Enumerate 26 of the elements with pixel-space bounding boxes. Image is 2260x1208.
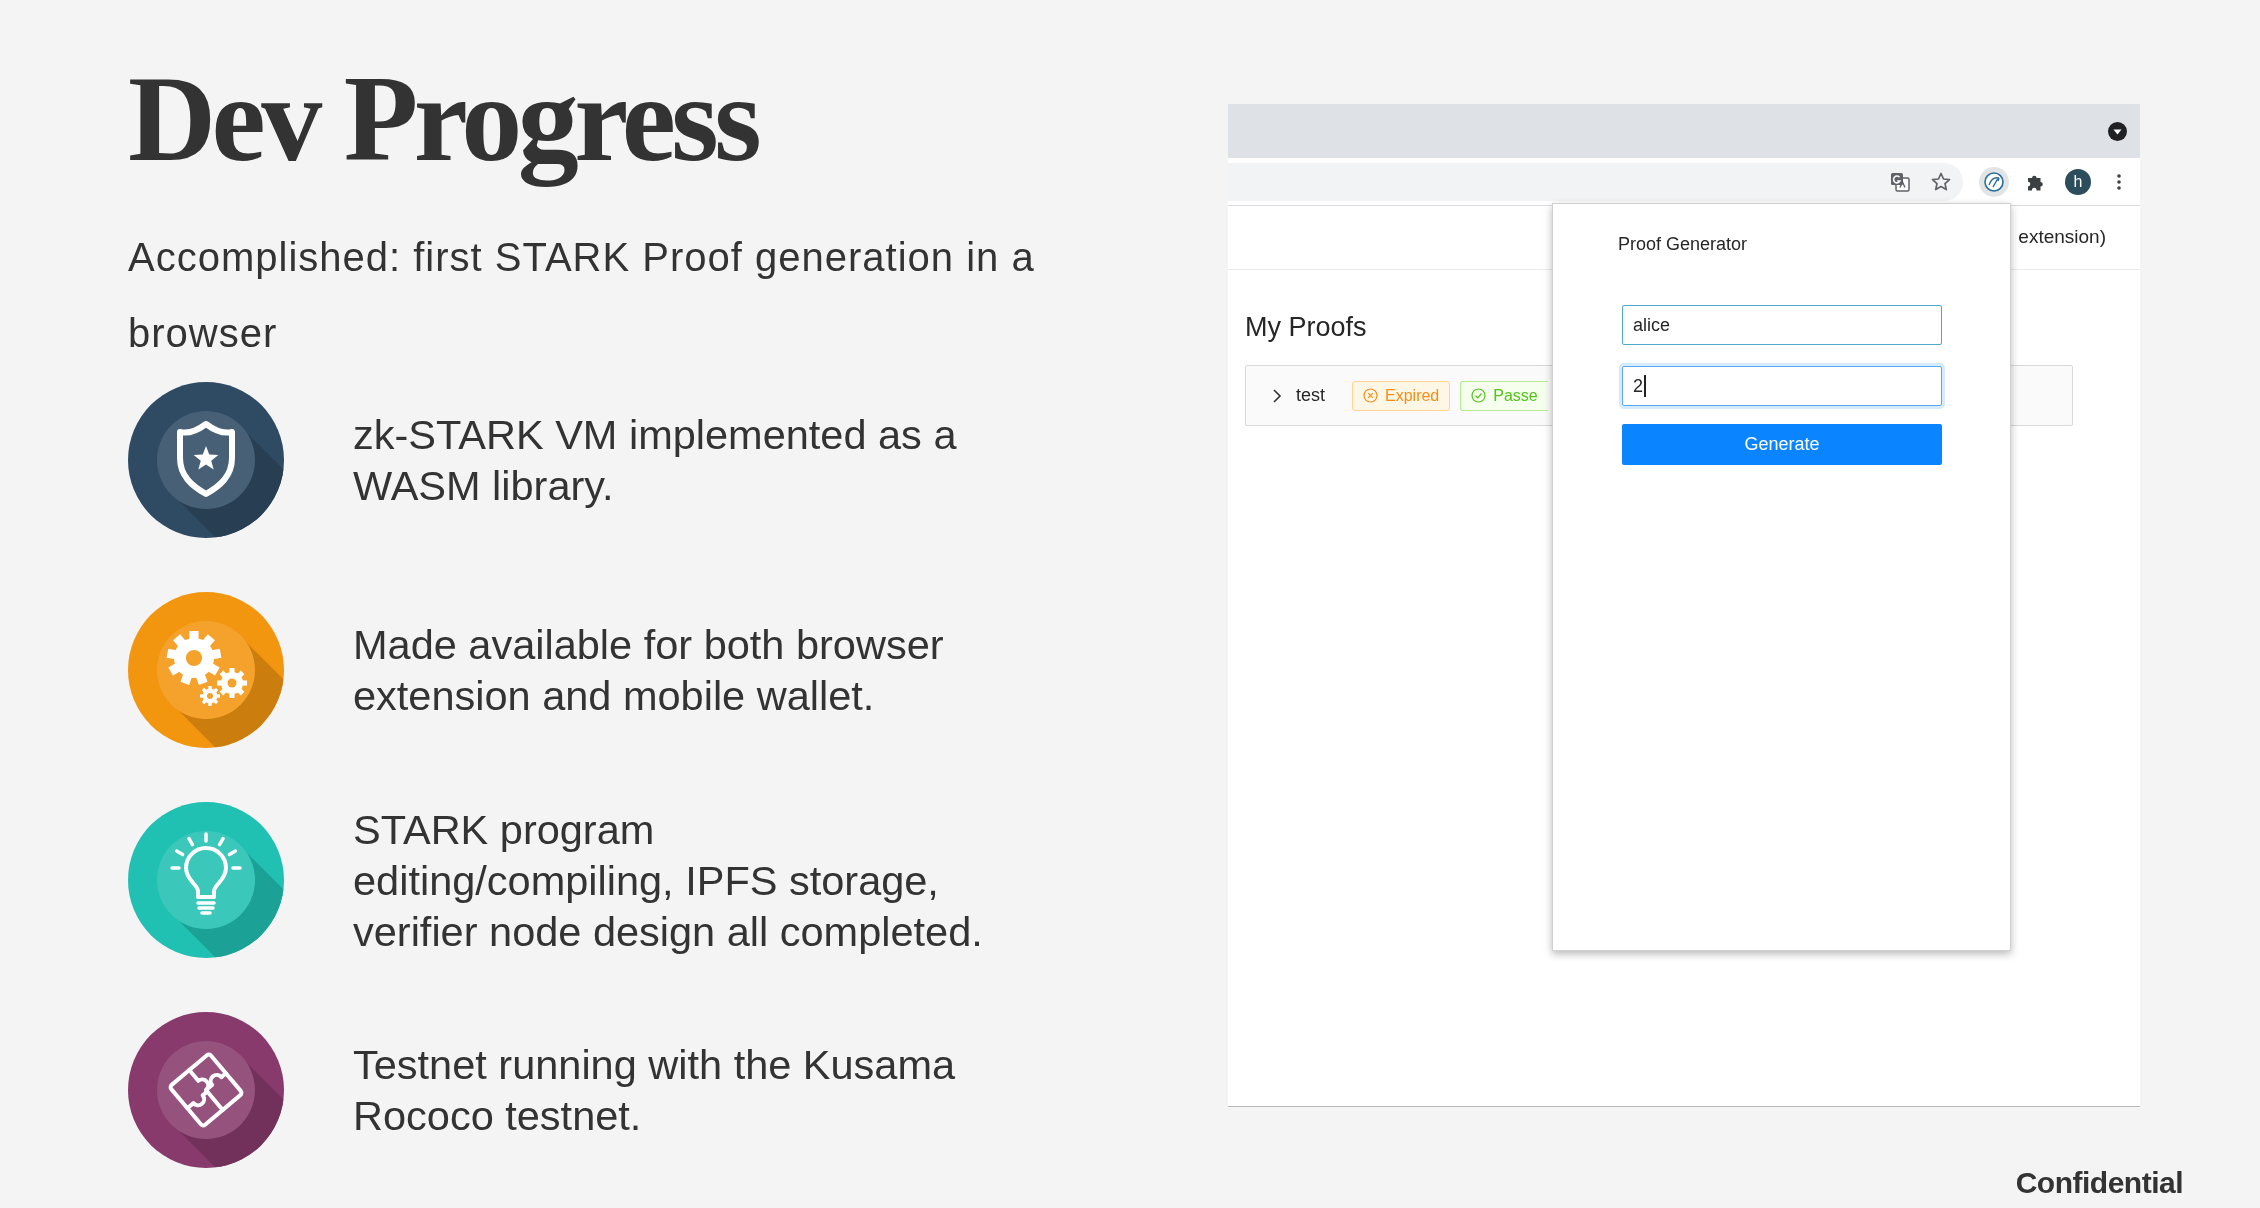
point-text: Testnet running with the Kusama Rococo testnet. [353,1040,957,1141]
dropdown-icon[interactable] [2108,121,2127,141]
point-text: Made available for both browser extension and mobile wallet. [353,620,945,721]
confidential-label: Confidential [2015,1166,2183,1200]
more-icon[interactable] [2117,173,2121,190]
slide-title: Dev Progress [128,50,758,189]
subtitle-text: Accomplished: first STARK Proof generation in a browser [128,234,1036,357]
circle-check-icon [1471,388,1487,403]
input-field[interactable]: alice [1622,305,1942,345]
address-field[interactable] [1228,162,1963,201]
star-icon[interactable] [1931,171,1951,192]
popup-title: Proof Generator [1618,233,1748,256]
header-text: extension) [2018,225,2106,250]
tag-label: Passe [1493,385,1538,406]
page-heading: My Proofs [1245,311,1367,344]
chevron-right-icon[interactable] [1272,387,1282,404]
translate-icon[interactable] [1890,171,1910,192]
input-field[interactable]: 2 [1622,366,1942,406]
generate-button[interactable]: Generate [1622,424,1942,465]
circle-x-icon [1363,388,1378,403]
tag-label: Expired [1385,385,1440,406]
point-text: STARK program editing/compiling, IPFS storage, verifier node design all completed. [353,804,984,957]
point-text: zk-STARK VM implemented as a WASM library. [353,410,958,511]
profile-avatar[interactable]: h [2065,168,2091,195]
proof-name: test [1296,384,1325,407]
round-logo-icon[interactable] [1979,166,2009,197]
